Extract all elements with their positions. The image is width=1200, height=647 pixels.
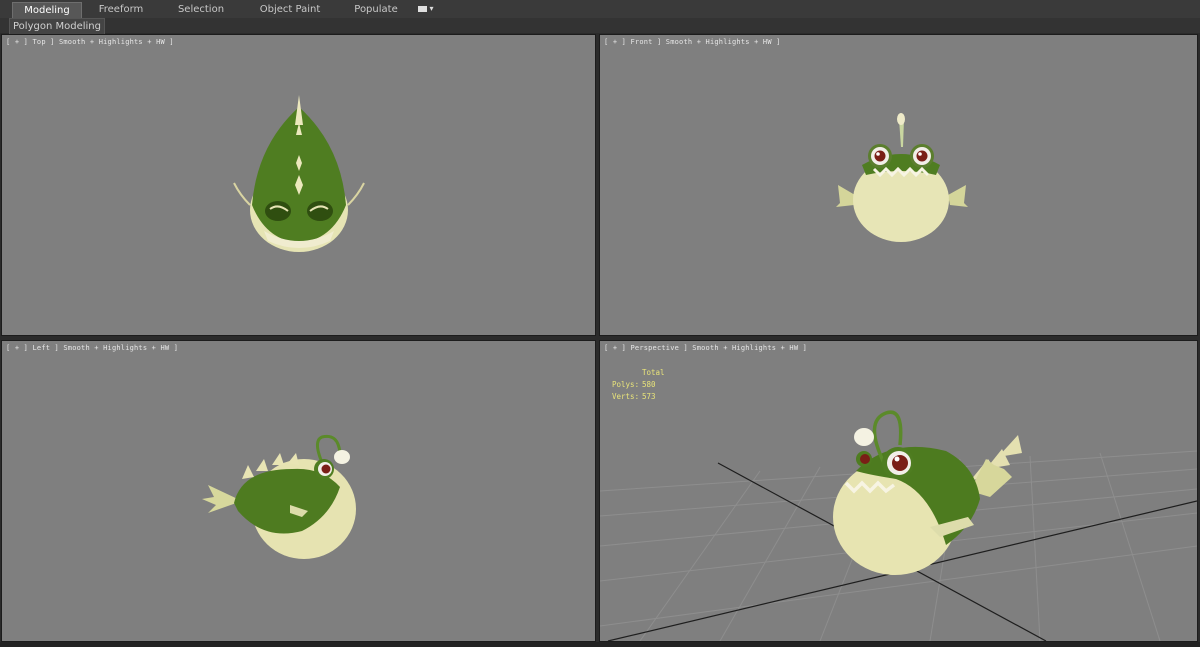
stats-verts-label: Verts: [612, 392, 640, 401]
fish-model-left [202, 434, 356, 559]
ribbon-tab-bar: Modeling Freeform Selection Object Paint… [0, 0, 1200, 19]
stats-polys-label: Polys: [612, 380, 640, 389]
viewport-front[interactable]: [ + ] Front ] Smooth + Highlights + HW ] [599, 34, 1198, 336]
status-bar [0, 642, 1200, 647]
tab-populate[interactable]: Populate [346, 2, 406, 17]
viewport-left[interactable]: [ + ] Left ] Smooth + Highlights + HW ] [1, 340, 596, 642]
stats-header: Total [642, 368, 665, 377]
scene-statistics: Total Polys: 580 Verts: 573 [612, 367, 665, 403]
perspective-grid [600, 410, 1197, 641]
stats-verts-value: 573 [642, 392, 656, 401]
tab-selection[interactable]: Selection [168, 2, 234, 17]
stats-polys-value: 580 [642, 380, 656, 389]
viewport-perspective[interactable]: [ + ] Perspective ] Smooth + Highlights … [599, 340, 1198, 642]
ribbon-options-dropdown[interactable]: ▾ [418, 4, 436, 14]
polygon-modeling-label[interactable]: Polygon Modeling [9, 18, 105, 35]
stats-polys-row: Polys: 580 [612, 379, 665, 391]
fish-model-front [836, 113, 968, 242]
tab-freeform[interactable]: Freeform [88, 2, 154, 17]
ribbon-panel-bar: Polygon Modeling [0, 18, 1200, 35]
tab-modeling[interactable]: Modeling [12, 2, 82, 18]
tab-object-paint[interactable]: Object Paint [252, 2, 328, 17]
fish-model-perspective [833, 410, 1022, 575]
stats-verts-row: Verts: 573 [612, 391, 665, 403]
camera-icon [418, 5, 427, 12]
viewport-top[interactable]: [ + ] Top ] Smooth + Highlights + HW ] [1, 34, 596, 336]
fish-model-top [233, 95, 365, 252]
